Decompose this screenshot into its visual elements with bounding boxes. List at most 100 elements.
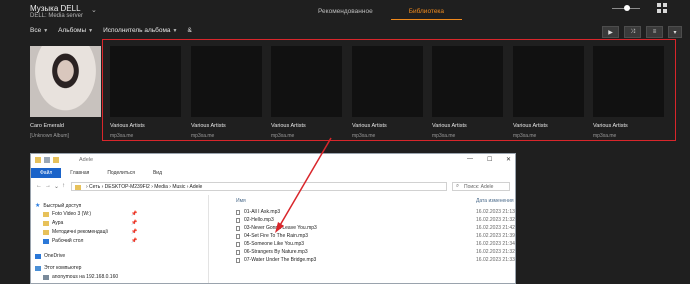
navigation-pane: ★ Быстрый доступ Foto Video 3 (W:) 📌 Аура 📌… xyxy=(31,195,209,283)
address-bar[interactable]: › Сеть › DESKTOP-M239FI2 › Media › Music… xyxy=(71,182,447,191)
column-header-date[interactable]: Дата изменения xyxy=(476,198,514,204)
file-row[interactable]: 01-All I Ask.mp3 16.02.2023 21:13 xyxy=(236,209,515,216)
ribbon-tab-file[interactable]: Файл xyxy=(31,168,62,178)
filter-view-label: Альбомы xyxy=(58,27,87,34)
grid-view-icon[interactable] xyxy=(657,3,668,14)
file-name: 06-Strangers By Nature.mp3 xyxy=(244,249,308,255)
audio-file-icon xyxy=(236,226,240,231)
file-name: 07-Water Under The Bridge.mp3 xyxy=(244,257,317,263)
new-folder-icon[interactable] xyxy=(53,157,59,163)
nav-item-label: Рабочий стол xyxy=(52,238,84,244)
shuffle-icon: ⤨ xyxy=(630,28,635,35)
nav-item-label: Быстрый доступ xyxy=(43,202,82,209)
audio-file-icon xyxy=(236,242,240,247)
desktop-icon xyxy=(43,238,49,244)
folder-icon xyxy=(35,157,41,163)
shuffle-button[interactable]: ⤨ xyxy=(624,26,641,38)
highlight-box xyxy=(102,39,676,141)
nav-item-label: Foto Video 3 (W:) xyxy=(52,211,91,217)
explorer-window: Adele — ☐ ✕ Файл Главная Поделиться Вид … xyxy=(30,153,516,284)
maximize-button[interactable]: ☐ xyxy=(487,156,492,163)
more-icon: ▾ xyxy=(673,29,677,36)
tab-library[interactable]: Библиотека xyxy=(390,6,463,20)
drive-icon xyxy=(43,211,49,217)
close-button[interactable]: ✕ xyxy=(506,156,511,163)
chevron-down-icon[interactable]: ⌄ xyxy=(91,6,97,14)
chevron-down-icon: ▼ xyxy=(88,28,94,34)
star-icon: ★ xyxy=(35,203,41,209)
back-icon[interactable]: ← xyxy=(36,183,42,189)
nav-item-desktop[interactable]: Рабочий стол 📌 xyxy=(43,238,137,244)
file-row[interactable]: 04-Set Fire To The Rain.mp3 16.02.2023 21… xyxy=(236,233,515,240)
pin-icon: 📌 xyxy=(131,238,138,244)
address-path: › Сеть › DESKTOP-M239FI2 › Media › Music… xyxy=(86,184,203,190)
filter-scope[interactable]: Все ▼ xyxy=(30,27,48,34)
file-row[interactable]: 06-Strangers By Nature.mp3 16.02.2023 21:… xyxy=(236,249,515,256)
nav-item-aura[interactable]: Аура 📌 xyxy=(43,220,137,226)
search-placeholder: Поиск: Adele xyxy=(464,184,494,190)
cloud-icon xyxy=(35,253,41,259)
file-row[interactable]: 07-Water Under The Bridge.mp3 16.02.2023 … xyxy=(236,257,515,264)
file-list: Имя Дата изменения 01-All I Ask.mp3 16.02… xyxy=(212,195,515,283)
pin-icon: 📌 xyxy=(131,229,138,235)
audio-file-icon xyxy=(236,218,240,223)
nav-item-label: anonymous на 192.168.0.160 xyxy=(52,274,119,280)
album-art xyxy=(30,46,101,117)
window-title: Adele xyxy=(79,157,94,163)
nav-item-quick-access[interactable]: ★ Быстрый доступ xyxy=(35,202,82,210)
nav-item-network-share[interactable]: anonymous на 192.168.0.160 xyxy=(43,274,118,280)
queue-button[interactable]: ≡ xyxy=(646,26,663,38)
album-title: Caro Emerald xyxy=(30,123,64,129)
properties-icon[interactable] xyxy=(44,157,50,163)
up-icon[interactable]: ↑ xyxy=(62,183,65,189)
pin-icon: 📌 xyxy=(131,211,138,217)
minimize-button[interactable]: — xyxy=(467,156,473,162)
computer-icon xyxy=(35,265,41,271)
nav-item-onedrive[interactable]: OneDrive xyxy=(35,253,65,259)
file-name: 04-Set Fire To The Rain.mp3 xyxy=(244,233,309,239)
app-subtitle: DELL: Media server xyxy=(30,13,84,19)
network-drive-icon xyxy=(43,274,49,280)
play-button[interactable]: ▶ xyxy=(602,26,619,38)
nav-item-guidelines[interactable]: Методичні рекомендації 📌 xyxy=(43,229,137,235)
file-row[interactable]: 02-Hello.mp3 16.02.2023 21:32 xyxy=(236,217,515,224)
column-header-name[interactable]: Имя xyxy=(236,198,246,204)
folder-icon xyxy=(43,229,49,235)
file-date: 16.02.2023 21:39 xyxy=(476,233,515,239)
file-name: 01-All I Ask.mp3 xyxy=(244,209,281,215)
address-row: ← → ⌄ ↑ › Сеть › DESKTOP-M239FI2 › Media… xyxy=(31,180,515,193)
chevron-down-icon: ▼ xyxy=(172,28,178,34)
file-date: 16.02.2023 21:13 xyxy=(476,209,515,215)
search-input[interactable]: ⌕ Поиск: Adele xyxy=(452,182,510,191)
queue-icon: ≡ xyxy=(652,29,657,35)
nav-item-label: Аура xyxy=(52,220,64,226)
chevron-down-icon[interactable]: ⌄ xyxy=(54,183,59,190)
play-icon: ▶ xyxy=(608,29,613,36)
forward-icon[interactable]: → xyxy=(45,183,51,189)
ribbon-tab-home[interactable]: Главная xyxy=(61,168,98,178)
filter-view[interactable]: Альбомы ▼ xyxy=(58,27,93,34)
tab-recommended[interactable]: Рекомендованное xyxy=(300,6,391,20)
file-name: 03-Never Gonna Leave You.mp3 xyxy=(244,225,317,231)
album-tile[interactable]: Caro Emerald [Unknown Album] xyxy=(30,46,101,139)
pin-icon: 📌 xyxy=(131,220,138,226)
file-date: 16.02.2023 21:32 xyxy=(476,217,515,223)
file-date: 16.02.2023 21:32 xyxy=(476,249,515,255)
filter-letter[interactable]: & xyxy=(188,27,192,34)
nav-item-label: Этот компьютер xyxy=(44,265,82,271)
nav-item-this-pc[interactable]: Этот компьютер xyxy=(35,265,81,271)
media-app: Музыка DELL DELL: Media server ⌄ Рекомен… xyxy=(0,0,690,284)
filter-sort[interactable]: Исполнитель альбома ▼ xyxy=(103,27,177,34)
audio-file-icon xyxy=(236,234,240,239)
explorer-titlebar: Adele — ☐ ✕ xyxy=(31,154,515,167)
file-row[interactable]: 03-Never Gonna Leave You.mp3 16.02.2023 2… xyxy=(236,225,515,232)
main-tabs: Рекомендованное Библиотека xyxy=(300,6,463,20)
volume-slider-knob[interactable] xyxy=(624,5,630,11)
audio-file-icon xyxy=(236,258,240,263)
audio-file-icon xyxy=(236,210,240,215)
file-row[interactable]: 05-Someone Like You.mp3 16.02.2023 21:34 xyxy=(236,241,515,248)
ribbon-tab-view[interactable]: Вид xyxy=(144,168,171,178)
more-button[interactable]: ▾ xyxy=(668,26,682,38)
ribbon-tab-share[interactable]: Поделиться xyxy=(98,168,144,178)
nav-item-drive-w[interactable]: Foto Video 3 (W:) 📌 xyxy=(43,211,137,217)
